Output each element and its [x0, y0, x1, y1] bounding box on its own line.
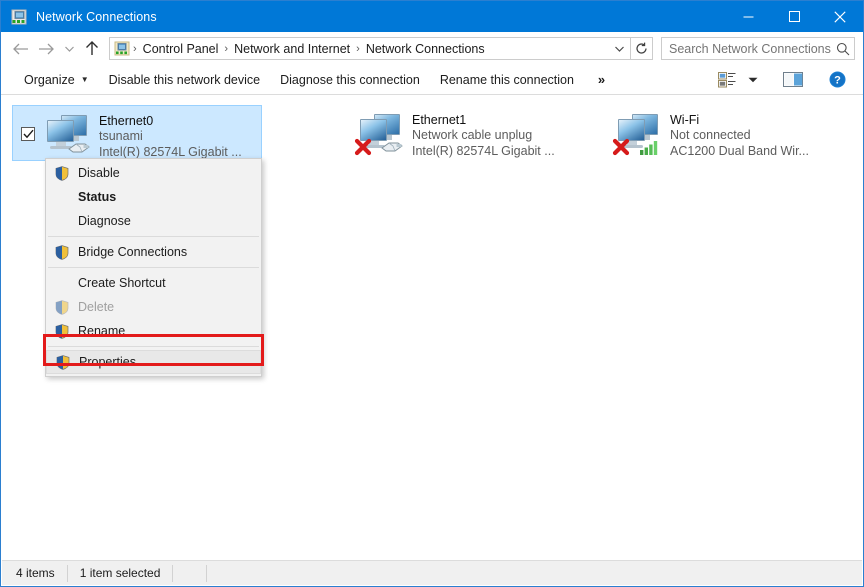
breadcrumb-item-control-panel[interactable]: Control Panel [138, 40, 224, 58]
context-menu-delete: Delete [46, 295, 261, 319]
connection-status: Network cable unplug [412, 127, 555, 143]
refresh-button[interactable] [631, 37, 653, 60]
window-title: Network Connections [36, 10, 157, 24]
status-item-count: 4 items [12, 565, 68, 582]
shield-icon [52, 323, 72, 339]
address-bar: › Control Panel › Network and Internet ›… [1, 32, 863, 65]
connections-list: Ethernet0 tsunami Intel(R) 82574L Gigabi… [2, 97, 862, 161]
context-menu-diagnose[interactable]: Diagnose [46, 209, 261, 233]
context-menu: Disable Status Diagnose Bridge Connectio… [45, 158, 262, 377]
context-menu-bridge-connections[interactable]: Bridge Connections [46, 240, 261, 264]
context-menu-delete-label: Delete [78, 300, 114, 314]
connection-text-block: Ethernet0 tsunami Intel(R) 82574L Gigabi… [99, 111, 242, 160]
connection-status: tsunami [99, 128, 242, 144]
breadcrumb-item-network-connections[interactable]: Network Connections [361, 40, 490, 58]
network-connections-icon [114, 41, 130, 57]
connection-name: Ethernet1 [412, 113, 555, 127]
context-menu-create-shortcut[interactable]: Create Shortcut [46, 271, 261, 295]
context-menu-create-shortcut-label: Create Shortcut [78, 276, 166, 290]
connection-checkbox[interactable] [21, 127, 35, 141]
search-input[interactable] [669, 42, 836, 56]
chevron-down-icon[interactable] [610, 38, 628, 59]
view-dropdown-caret-icon[interactable] [743, 68, 763, 92]
context-menu-properties-label: Properties [79, 355, 136, 369]
ethernet-adapter-icon [41, 113, 93, 159]
wifi-adapter-icon [612, 112, 664, 158]
toolbar-right-group: ? [713, 68, 863, 92]
context-menu-separator-2 [48, 267, 259, 268]
context-menu-bridge-connections-label: Bridge Connections [78, 245, 187, 259]
context-menu-diagnose-label: Diagnose [78, 214, 131, 228]
back-button[interactable] [7, 36, 33, 62]
search-icon[interactable] [836, 42, 850, 56]
status-bar: 4 items 1 item selected [2, 560, 862, 585]
no-icon-placeholder [52, 213, 72, 229]
network-connections-window: Network Connections [0, 0, 864, 587]
preview-pane-icon[interactable] [779, 68, 807, 92]
more-toolbar-button[interactable]: » [584, 68, 615, 91]
breadcrumb[interactable]: › Control Panel › Network and Internet ›… [109, 37, 631, 60]
svg-text:?: ? [834, 75, 841, 87]
connection-device: Intel(R) 82574L Gigabit ... [412, 143, 555, 159]
connection-item-wi-fi[interactable]: Wi-Fi Not connected AC1200 Dual Band Wir… [584, 105, 834, 161]
diagnose-connection-button[interactable]: Diagnose this connection [270, 69, 430, 91]
shield-icon [52, 244, 72, 260]
up-button[interactable] [79, 36, 105, 62]
chevron-down-icon: ▼ [81, 75, 89, 84]
disable-device-button[interactable]: Disable this network device [99, 69, 270, 91]
wifi-signal-icon [639, 138, 661, 155]
shield-icon [53, 354, 73, 370]
context-menu-disable-label: Disable [78, 166, 120, 180]
no-icon-placeholder [52, 275, 72, 291]
title-bar: Network Connections [1, 1, 863, 32]
connection-name: Wi-Fi [670, 113, 809, 127]
recent-locations-button[interactable] [59, 36, 79, 62]
close-button[interactable] [817, 1, 863, 32]
maximize-button[interactable] [771, 1, 817, 32]
context-menu-status-label: Status [78, 190, 116, 204]
status-spacer [173, 565, 207, 582]
shield-icon [52, 165, 72, 181]
connection-text-block: Ethernet1 Network cable unplug Intel(R) … [412, 110, 555, 159]
breadcrumb-item-network-and-internet[interactable]: Network and Internet [229, 40, 355, 58]
ethernet-adapter-icon [354, 112, 406, 158]
network-connections-icon [11, 9, 27, 25]
context-menu-status[interactable]: Status [46, 185, 261, 209]
connection-item-ethernet1[interactable]: Ethernet1 Network cable unplug Intel(R) … [326, 105, 576, 161]
window-controls [725, 1, 863, 32]
shield-icon [52, 299, 72, 315]
status-selection: 1 item selected [68, 565, 174, 582]
context-menu-rename[interactable]: Rename [46, 319, 261, 343]
connection-status: Not connected [670, 127, 809, 143]
error-x-icon [354, 138, 372, 156]
connection-text-block: Wi-Fi Not connected AC1200 Dual Band Wir… [670, 110, 809, 159]
connection-item-ethernet0[interactable]: Ethernet0 tsunami Intel(R) 82574L Gigabi… [12, 105, 262, 161]
command-toolbar: Organize ▼ Disable this network device D… [1, 65, 863, 95]
minimize-button[interactable] [725, 1, 771, 32]
rename-connection-button[interactable]: Rename this connection [430, 69, 584, 91]
context-menu-rename-label: Rename [78, 324, 125, 338]
context-menu-properties[interactable]: Properties [46, 350, 261, 374]
view-layout-icon[interactable] [713, 68, 741, 92]
search-box[interactable] [661, 37, 855, 60]
connection-device: AC1200 Dual Band Wir... [670, 143, 809, 159]
organize-label: Organize [24, 73, 75, 87]
context-menu-separator-3 [48, 346, 259, 347]
context-menu-separator-1 [48, 236, 259, 237]
forward-button[interactable] [33, 36, 59, 62]
help-icon[interactable]: ? [823, 68, 851, 92]
organize-button[interactable]: Organize ▼ [14, 69, 99, 91]
error-x-icon [612, 138, 630, 156]
no-icon-placeholder [52, 189, 72, 205]
connection-name: Ethernet0 [99, 114, 242, 128]
context-menu-disable[interactable]: Disable [46, 161, 261, 185]
